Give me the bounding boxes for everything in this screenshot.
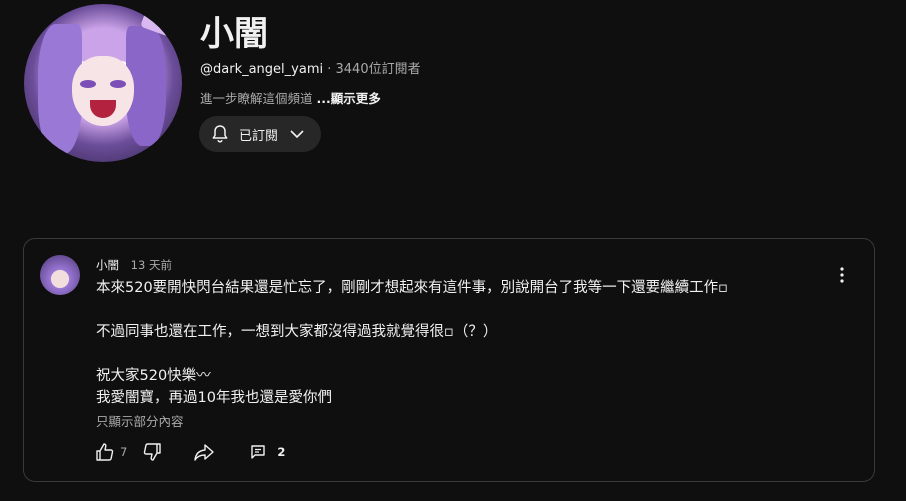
- subscribed-button[interactable]: 已訂閱: [199, 116, 321, 152]
- like-count: 7: [120, 445, 128, 459]
- about-text: 進一步瞭解這個頻道: [200, 91, 313, 106]
- channel-handle[interactable]: @dark_angel_yami: [200, 62, 323, 77]
- comment-count: 2: [277, 445, 286, 459]
- subscribed-label: 已訂閱: [239, 128, 279, 144]
- subscriber-count: 3440位訂閱者: [335, 62, 421, 77]
- share-icon[interactable]: [193, 441, 215, 463]
- meta-separator: ‧: [327, 62, 332, 77]
- post-line: 不過同事也還在工作，一想到大家都沒得過我就覺得很▫（？）: [96, 324, 498, 340]
- post-line: 我愛闇寶，再過10年我也還是愛你們: [96, 390, 332, 406]
- post-actions: 7 2: [94, 441, 285, 463]
- comment-icon[interactable]: [247, 441, 269, 463]
- post-time[interactable]: 13 天前: [131, 258, 172, 272]
- show-more-link[interactable]: ...顯示更多: [317, 91, 381, 106]
- post-author-avatar[interactable]: [40, 255, 80, 295]
- post-line: 祝大家520快樂〰: [96, 368, 211, 384]
- show-partial-link[interactable]: 只顯示部分內容: [96, 411, 184, 430]
- more-options-icon[interactable]: [834, 265, 850, 285]
- avatar-eye-left: [80, 80, 96, 88]
- channel-avatar[interactable]: [24, 4, 182, 162]
- dislike-icon[interactable]: [141, 441, 163, 463]
- post-line: 本來520要開快閃台結果還是忙忘了，剛剛才想起來有這件事，別說開台了我等一下還要…: [96, 280, 728, 296]
- channel-about[interactable]: 進一步瞭解這個頻道 ...顯示更多: [200, 88, 381, 107]
- bell-icon: [211, 124, 229, 144]
- like-icon[interactable]: [94, 441, 116, 463]
- channel-meta: @dark_angel_yami ‧ 3440位訂閱者: [200, 58, 421, 77]
- post-header: 小闇 13 天前: [96, 257, 172, 273]
- avatar-eye-right: [110, 80, 126, 88]
- post-author-name[interactable]: 小闇: [96, 258, 119, 272]
- community-post-card: 小闇 13 天前 本來520要開快閃台結果還是忙忘了，剛剛才想起來有這件事，別說…: [23, 238, 875, 482]
- post-body: 本來520要開快閃台結果還是忙忘了，剛剛才想起來有這件事，別說開台了我等一下還要…: [96, 277, 796, 409]
- channel-title: 小闇: [200, 14, 268, 54]
- chevron-down-icon: [290, 129, 304, 139]
